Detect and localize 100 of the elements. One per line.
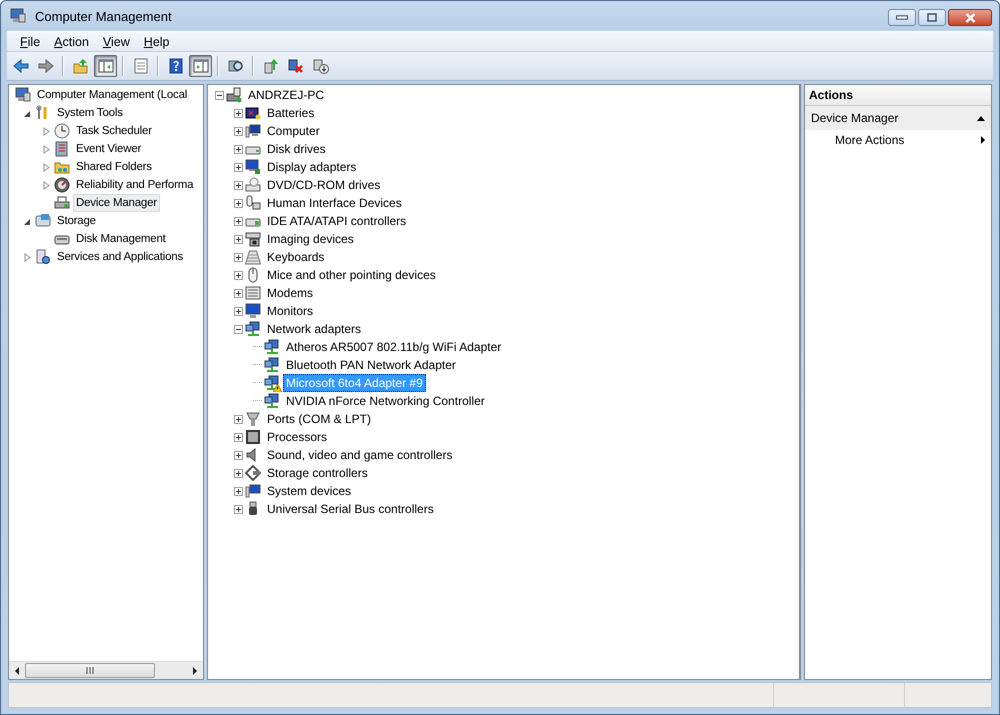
tree-item[interactable]: Disk Management: [73, 230, 169, 248]
expand-box-icon[interactable]: [234, 162, 243, 172]
network-icon: [264, 393, 280, 409]
collapse-box-icon[interactable]: [234, 324, 243, 334]
tree-item[interactable]: Imaging devices: [264, 230, 357, 248]
tree-item[interactable]: Event Viewer: [73, 140, 144, 158]
expand-box-icon[interactable]: [234, 306, 243, 316]
tree-item[interactable]: System devices: [264, 482, 354, 500]
printer-icon: [54, 195, 70, 211]
menu-item[interactable]: View: [96, 34, 137, 48]
scroll-right-icon[interactable]: [193, 666, 197, 674]
minimize-icon: [896, 15, 908, 20]
tree-item[interactable]: Storage: [54, 212, 99, 230]
right-arrow-icon: [38, 58, 54, 74]
tree-item[interactable]: Human Interface Devices: [264, 194, 405, 212]
computer-icon: [10, 8, 26, 24]
expand-box-icon[interactable]: [234, 216, 243, 226]
computer-icon: [15, 87, 31, 103]
tree-item[interactable]: Batteries: [264, 104, 318, 122]
folder-arrow-icon: [72, 58, 88, 74]
tree-item[interactable]: NVIDIA nForce Networking Controller: [283, 392, 488, 410]
tree-item[interactable]: Ports (COM & LPT): [264, 410, 374, 428]
collapse-arrow-icon[interactable]: [977, 116, 985, 120]
tree-item[interactable]: Computer: [264, 122, 323, 140]
tree-item[interactable]: ANDRZEJ-PC: [245, 86, 328, 104]
collapsed-arrow-icon[interactable]: [42, 126, 51, 136]
tree-item[interactable]: Services and Applications: [54, 248, 186, 266]
modem-icon: [245, 285, 261, 301]
horizontal-scrollbar[interactable]: [9, 661, 203, 679]
maximize-button[interactable]: [918, 9, 946, 26]
tree-item[interactable]: Storage controllers: [264, 464, 371, 482]
tree-item[interactable]: Monitors: [264, 302, 316, 320]
keyboard-icon: [245, 249, 261, 265]
menu-item[interactable]: File: [13, 34, 48, 48]
expand-box-icon[interactable]: [234, 234, 243, 244]
log-icon: [54, 141, 70, 157]
collapsed-arrow-icon[interactable]: [23, 252, 32, 262]
tree-item[interactable]: DVD/CD-ROM drives: [264, 176, 384, 194]
tree-item[interactable]: Keyboards: [264, 248, 328, 266]
expand-box-icon[interactable]: [234, 432, 243, 442]
expand-box-icon[interactable]: [234, 450, 243, 460]
expand-box-icon[interactable]: [234, 288, 243, 298]
tree-item[interactable]: Device Manager: [73, 194, 160, 212]
tree-item[interactable]: Shared Folders: [73, 158, 155, 176]
close-button[interactable]: [948, 9, 992, 26]
scanner-icon: [245, 231, 261, 247]
menu-item[interactable]: Help: [136, 34, 177, 48]
tree-item[interactable]: Bluetooth PAN Network Adapter: [283, 356, 459, 374]
collapsed-arrow-icon[interactable]: [42, 162, 51, 172]
action-label: More Actions: [835, 133, 904, 147]
monitor-icon: [245, 303, 261, 319]
tree-item[interactable]: Modems: [264, 284, 316, 302]
menu-item[interactable]: Action: [47, 34, 96, 48]
actions-heading: Actions: [805, 85, 991, 106]
input-device-icon: [245, 195, 261, 211]
expand-box-icon[interactable]: [234, 504, 243, 514]
collapsed-arrow-icon[interactable]: [42, 180, 51, 190]
tree-item[interactable]: Mice and other pointing devices: [264, 266, 439, 284]
collapse-box-icon[interactable]: [215, 90, 224, 100]
network-icon: [245, 321, 261, 337]
tree-item[interactable]: Processors: [264, 428, 330, 446]
expand-box-icon[interactable]: [234, 486, 243, 496]
minimize-button[interactable]: [888, 9, 916, 26]
maximize-icon: [927, 13, 937, 22]
expanded-arrow-icon[interactable]: [23, 108, 32, 118]
tree-item[interactable]: IDE ATA/ATAPI controllers: [264, 212, 410, 230]
expand-box-icon[interactable]: [234, 126, 243, 136]
expand-box-icon[interactable]: [234, 468, 243, 478]
expand-box-icon[interactable]: [234, 198, 243, 208]
tree-item[interactable]: Display adapters: [264, 158, 360, 176]
section-title: Device Manager: [811, 111, 898, 125]
tree-item[interactable]: Atheros AR5007 802.11b/g WiFi Adapter: [283, 338, 504, 356]
expand-box-icon[interactable]: [234, 108, 243, 118]
show-action-pane-button[interactable]: [189, 55, 212, 77]
action-section-header[interactable]: Device Manager: [805, 106, 991, 130]
tree-item[interactable]: Disk drives: [264, 140, 329, 158]
scrollbar-thumb[interactable]: [25, 663, 155, 678]
expanded-arrow-icon[interactable]: [23, 216, 32, 226]
tree-item[interactable]: Universal Serial Bus controllers: [264, 500, 437, 518]
tree-item[interactable]: Network adapters: [264, 320, 364, 338]
expand-box-icon[interactable]: [234, 414, 243, 424]
port-icon: [245, 411, 261, 427]
tree-item[interactable]: Task Scheduler: [73, 122, 155, 140]
action-item[interactable]: More Actions: [805, 130, 991, 150]
gauge-icon: [54, 177, 70, 193]
networked-computer-icon: [226, 87, 242, 103]
collapsed-arrow-icon[interactable]: [42, 144, 51, 154]
tree-item[interactable]: System Tools: [54, 104, 126, 122]
expand-box-icon[interactable]: [234, 144, 243, 154]
expand-box-icon[interactable]: [234, 270, 243, 280]
tree-item[interactable]: Reliability and Performa: [73, 176, 196, 194]
scroll-left-icon[interactable]: [15, 666, 19, 674]
help-icon: [168, 58, 184, 74]
tree-item[interactable]: Sound, video and game controllers: [264, 446, 456, 464]
optical-drive-icon: [245, 177, 261, 193]
show-console-tree-button[interactable]: [94, 55, 117, 77]
expand-box-icon[interactable]: [234, 180, 243, 190]
tree-item[interactable]: Computer Management (Local: [34, 86, 190, 104]
storage-icon: [35, 213, 51, 229]
expand-box-icon[interactable]: [234, 252, 243, 262]
